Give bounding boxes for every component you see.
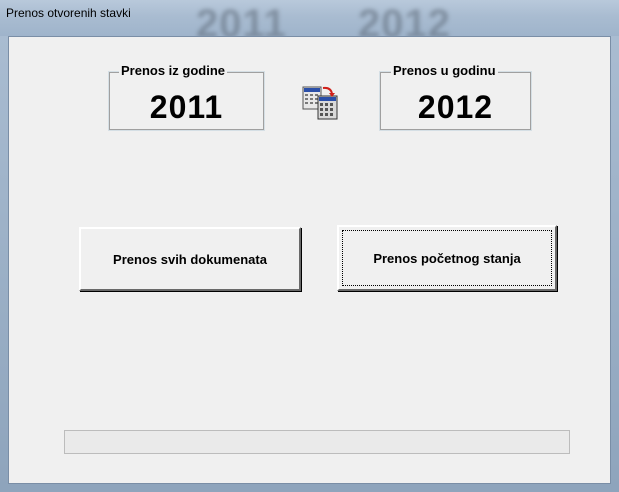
transfer-progress-bar [64, 430, 570, 454]
transfer-open-items-window: 2011 2012 Prenos otvorenih stavki Prenos… [0, 0, 619, 492]
window-frame-right [611, 36, 619, 492]
title-ghost-year-to: 2012 [358, 2, 451, 36]
dialog-client-area: Prenos iz godine 2011 Prenos u godinu 20… [8, 36, 611, 484]
to-year-value: 2012 [417, 89, 494, 125]
transfer-initial-balance-button[interactable]: Prenos početnog stanja [337, 225, 557, 291]
transfer-all-documents-label: Prenos svih dokumenata [113, 251, 267, 267]
from-year-group: Prenos iz godine 2011 [108, 63, 265, 131]
to-year-label: Prenos u godinu [391, 63, 498, 78]
title-ghost-year-from: 2011 [196, 2, 287, 36]
title-bar[interactable]: 2011 2012 Prenos otvorenih stavki [0, 0, 619, 36]
window-frame-left [0, 36, 8, 492]
window-title: Prenos otvorenih stavki [6, 6, 131, 20]
transfer-calculator-icon [302, 86, 338, 120]
from-year-value: 2011 [149, 89, 224, 125]
transfer-initial-balance-label: Prenos početnog stanja [373, 250, 521, 266]
from-year-label: Prenos iz godine [119, 63, 228, 78]
to-year-group: Prenos u godinu 2012 [379, 63, 532, 131]
transfer-all-documents-button[interactable]: Prenos svih dokumenata [79, 227, 301, 291]
window-frame-bottom [0, 484, 619, 492]
